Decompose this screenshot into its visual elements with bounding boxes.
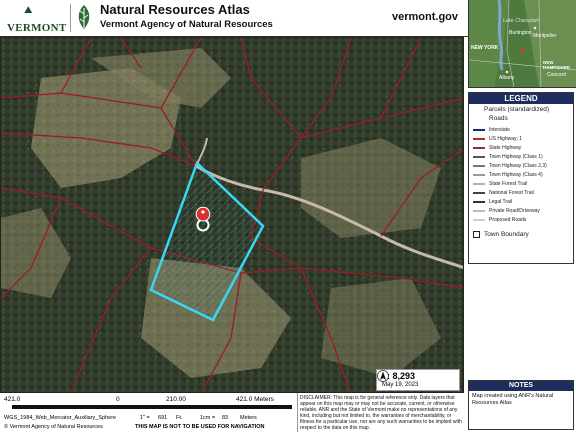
legend-road-item: Proposed Roads xyxy=(473,217,526,223)
parcel-swatch xyxy=(473,106,480,113)
inset-label-new-hampshire: NEW HAMPSHIRE xyxy=(543,60,571,70)
notes-title: NOTES xyxy=(469,381,573,391)
notes-text: Map created using ANR's Natural Resource… xyxy=(472,393,554,406)
legend-item-label: US Highway; 1 xyxy=(489,136,523,142)
legend-road-item: Interstate xyxy=(473,127,510,133)
legend-road-item: Town Highway (Class 4) xyxy=(473,172,543,178)
legend-item-label: Town Highway (Class 1) xyxy=(489,154,543,160)
legend-title: LEGEND xyxy=(469,93,573,104)
legend-item-label: State Highway xyxy=(489,145,522,151)
map-printout: ⛰ VERMONT Natural Resources Atlas Vermon… xyxy=(0,0,576,432)
logo-text: VERMONT xyxy=(7,22,67,34)
legend-item-label: Town Highway (Class 4) xyxy=(489,172,543,178)
legend-road-item: Town Highway (Class 2,3) xyxy=(473,163,547,169)
footer-divider xyxy=(297,393,298,432)
disclaimer: DISCLAIMER: This map is for general refe… xyxy=(300,395,462,431)
vermont-logo: ⛰ VERMONT xyxy=(4,3,67,34)
legend-item-label: Private Road/Driveway xyxy=(489,208,540,214)
road-swatch xyxy=(473,209,485,212)
inch-unit: Ft. xyxy=(176,415,183,421)
legend: LEGEND Parcels (standardized) Roads Inte… xyxy=(468,92,574,264)
scale-right: 421.0 Meters xyxy=(236,396,274,403)
legend-item-label: State Forest Trail xyxy=(489,181,528,187)
legend-item-label: Town Highway (Class 2,3) xyxy=(489,163,547,169)
inset-label-new-york: NEW YORK xyxy=(471,45,499,51)
scale-ratio-box: 1: 8,293 May 19, 2023 xyxy=(376,369,460,391)
page-subtitle: Vermont Agency of Natural Resources xyxy=(100,19,273,30)
legend-item-label: Proposed Roads xyxy=(489,217,527,223)
inset-label-concord: Concord xyxy=(547,72,566,78)
site-link[interactable]: vermont.gov xyxy=(392,11,458,23)
legend-road-item: Town Highway (Class 1) xyxy=(473,154,543,160)
road-swatch xyxy=(473,191,485,194)
road-swatch xyxy=(473,182,485,185)
legend-road-item: State Forest Trail xyxy=(473,181,527,187)
legend-town-boundary: Town Boundary xyxy=(473,231,529,238)
scale-bar-line xyxy=(12,405,292,409)
road-swatch xyxy=(473,137,485,140)
aerial-map[interactable] xyxy=(1,38,464,393)
legend-road-item: Private Road/Driveway xyxy=(473,208,540,214)
map-view[interactable]: 1: 8,293 May 19, 2023 xyxy=(0,37,464,393)
inset-label-montpelier: Montpelier xyxy=(533,33,557,39)
header: ⛰ VERMONT Natural Resources Atlas Vermon… xyxy=(0,0,468,37)
road-swatch xyxy=(473,173,485,176)
road-swatch xyxy=(473,155,485,158)
legend-town-boundary-label: Town Boundary xyxy=(484,231,529,239)
legend-item-label: Interstate xyxy=(489,127,510,133)
north-arrow-icon xyxy=(377,370,389,382)
notes-panel: NOTES Map created using ANR's Natural Re… xyxy=(468,380,574,430)
legend-road-item: US Highway; 1 xyxy=(473,136,522,142)
inch-value: 691 xyxy=(158,415,168,421)
anr-leaf-icon xyxy=(78,5,90,29)
legend-road-item: National Forest Trail xyxy=(473,190,534,196)
inset-label-burlington: Burlington xyxy=(509,30,532,36)
road-swatch xyxy=(473,218,485,221)
navigation-warning: THIS MAP IS NOT TO BE USED FOR NAVIGATIO… xyxy=(135,424,265,430)
projection: WGS_1984_Web_Mercator_Auxiliary_Sphere xyxy=(4,415,117,421)
legend-roads: Roads xyxy=(473,115,508,122)
copyright: © Vermont Agency of Natural Resources xyxy=(4,424,103,430)
inch-label: 1" = xyxy=(140,415,150,421)
road-swatch xyxy=(473,128,485,131)
footer: 421.0 0 210.00 421.0 Meters WGS_1984_Web… xyxy=(0,393,464,432)
page-title: Natural Resources Atlas xyxy=(100,2,250,17)
inset-map[interactable]: Lake Champlain Montpelier Burlington Con… xyxy=(468,0,576,88)
road-swatch xyxy=(473,200,485,203)
town-boundary-swatch xyxy=(473,231,480,238)
legend-item-label: Legal Trail xyxy=(489,199,513,205)
header-divider xyxy=(70,4,71,32)
cm-value: 83 xyxy=(222,415,229,421)
cm-unit: Meters xyxy=(240,415,257,421)
legend-parcels-label: Parcels (standardized) xyxy=(484,106,550,114)
legend-item-label: National Forest Trail xyxy=(489,190,534,196)
scale-mid: 210.00 xyxy=(166,396,186,403)
road-swatch xyxy=(473,164,485,167)
inset-label-lake: Lake Champlain xyxy=(503,18,540,24)
inset-label-albany: Albany xyxy=(499,75,515,81)
legend-parcels: Parcels (standardized) xyxy=(473,106,549,113)
map-date: May 19, 2023 xyxy=(382,382,419,388)
legend-roads-label: Roads xyxy=(489,115,508,122)
scale-bar: 421.0 0 210.00 421.0 Meters xyxy=(4,396,298,410)
scale-zero: 0 xyxy=(116,396,120,403)
scale-left: 421.0 xyxy=(4,396,21,403)
cm-label: 1cm = xyxy=(200,415,216,421)
legend-road-item: State Highway xyxy=(473,145,521,151)
logo-mountain-icon: ⛰ xyxy=(24,5,33,16)
legend-road-item: Legal Trail xyxy=(473,199,512,205)
road-swatch xyxy=(473,146,485,149)
